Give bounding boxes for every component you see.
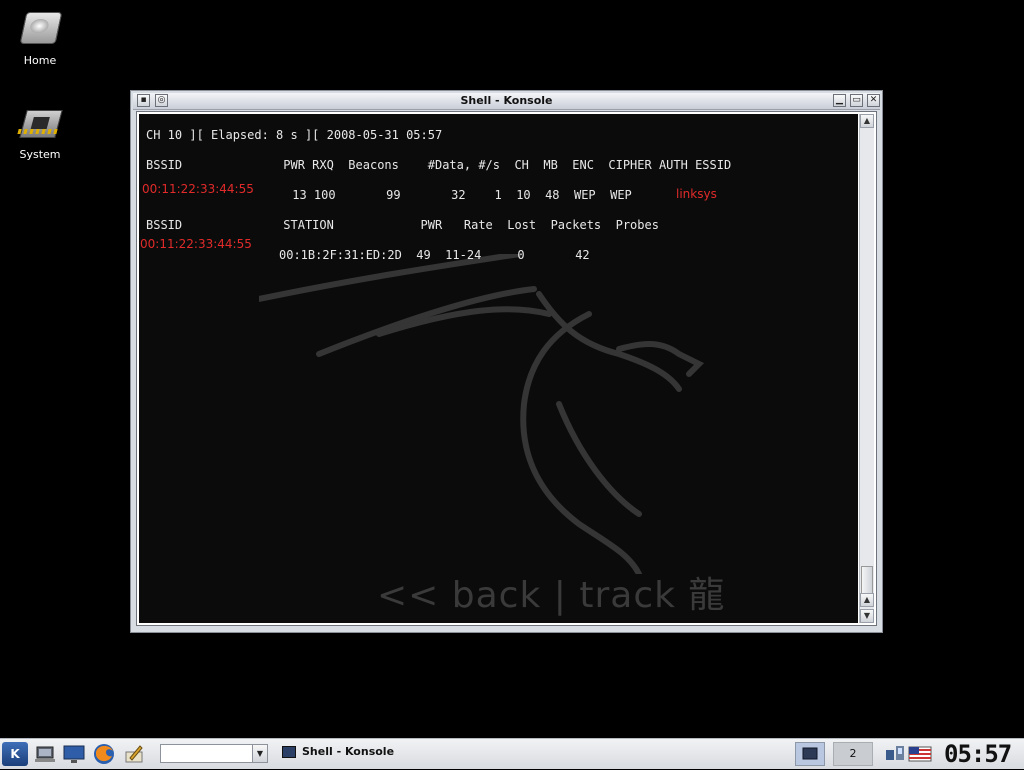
close-button[interactable]: ✕ bbox=[867, 94, 880, 107]
hard-drive-icon bbox=[19, 6, 63, 48]
desktop-icon-system[interactable]: System bbox=[0, 100, 80, 161]
minimize-button[interactable]: ▁ bbox=[833, 94, 846, 107]
editor-icon[interactable] bbox=[122, 742, 146, 766]
terminal-icon bbox=[282, 746, 296, 758]
terminal-frame: CH 10 ][ Elapsed: 8 s ][ 2008-05-31 05:5… bbox=[136, 111, 877, 626]
window-titlebar[interactable]: ▪ ◎ Shell - Konsole ▁ ▭ ✕ bbox=[133, 93, 880, 110]
keyboard-layout-flag-icon[interactable] bbox=[908, 744, 932, 764]
ap-values: 13 100 99 32 1 10 48 WEP WEP bbox=[285, 188, 632, 202]
maximize-button[interactable]: ▭ bbox=[850, 94, 863, 107]
monitor-icon[interactable] bbox=[62, 742, 86, 766]
pager-desktop-1[interactable] bbox=[795, 742, 825, 766]
desktop-icon-label: System bbox=[19, 148, 61, 161]
taskbar-task-konsole[interactable]: Shell - Konsole bbox=[282, 745, 394, 758]
network-icon[interactable] bbox=[884, 744, 906, 764]
window-preview-icon bbox=[802, 747, 818, 760]
dragon-logo-icon bbox=[259, 254, 705, 574]
taskbar-clock[interactable]: 05:57 bbox=[944, 740, 1012, 768]
desktop-icon[interactable] bbox=[33, 742, 57, 766]
taskbar: K ▼ Shell - Konsole 2 05:57 bbox=[0, 738, 1024, 769]
firefox-icon[interactable] bbox=[92, 742, 116, 766]
status-line: CH 10 ][ Elapsed: 8 s ][ 2008-05-31 05:5… bbox=[146, 128, 443, 142]
taskbar-combobox[interactable]: ▼ bbox=[160, 744, 268, 763]
chevron-down-icon[interactable]: ▼ bbox=[252, 745, 267, 762]
terminal-area[interactable]: CH 10 ][ Elapsed: 8 s ][ 2008-05-31 05:5… bbox=[139, 114, 858, 623]
ap-table-header: BSSID PWR RXQ Beacons #Data, #/s CH MB E… bbox=[146, 158, 732, 172]
station-bssid: 00:11:22:33:44:55 bbox=[140, 237, 252, 251]
station-table-header: BSSID STATION PWR Rate Lost Packets Prob… bbox=[146, 218, 659, 232]
kmenu-button[interactable]: K bbox=[2, 742, 28, 766]
pager-desktop-2[interactable]: 2 bbox=[833, 742, 873, 766]
chip-icon bbox=[19, 100, 63, 142]
task-label: Shell - Konsole bbox=[302, 745, 395, 758]
terminal-scrollbar[interactable]: ▲ ▲ ▼ bbox=[859, 114, 874, 623]
ap-bssid: 00:11:22:33:44:55 bbox=[142, 182, 254, 196]
backtrack-watermark: << back | track 龍 bbox=[377, 575, 726, 616]
desktop-icon-label: Home bbox=[23, 54, 57, 67]
station-values: 00:1B:2F:31:ED:2D 49 11-24 0 42 bbox=[279, 248, 590, 262]
scroll-down-button[interactable]: ▼ bbox=[860, 609, 874, 623]
scroll-up-button[interactable]: ▲ bbox=[860, 114, 874, 128]
konsole-window[interactable]: ▪ ◎ Shell - Konsole ▁ ▭ ✕ CH 10 ][ Elaps… bbox=[130, 90, 883, 633]
scroll-up-button-bottom[interactable]: ▲ bbox=[860, 593, 874, 607]
desktop-icon-home[interactable]: Home bbox=[0, 6, 80, 67]
window-title: Shell - Konsole bbox=[460, 94, 553, 107]
ap-essid: linksys bbox=[676, 187, 717, 201]
